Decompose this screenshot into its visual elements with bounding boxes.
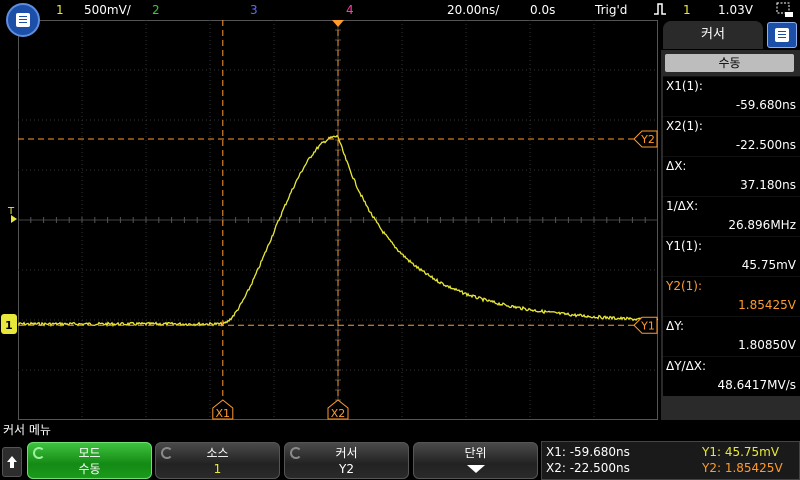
ch2-number[interactable]: 2 — [152, 3, 160, 17]
ch3-number[interactable]: 3 — [250, 3, 258, 17]
readout-x2: X2: -22.500ns — [546, 461, 630, 475]
measurement-row: X2(1): -22.500ns — [663, 116, 800, 156]
trigger-status: Trig'd — [595, 3, 628, 17]
left-markers: T 1 — [1, 206, 17, 334]
cursor-side-panel: 커서 수동 X1(1): -59.680ns X2(1): -22.500ns ΔX: 3… — [661, 20, 800, 420]
readout-y1: Y1: 45.75mV — [702, 445, 780, 459]
measurement-row: Y1(1): 45.75mV — [663, 236, 800, 276]
softkey-source-value: 1 — [213, 462, 222, 476]
cursor-y2-label: Y2 — [640, 133, 655, 146]
measurement-label: ΔX: — [666, 159, 687, 173]
softkey-cursors-value: Y2 — [339, 462, 354, 476]
readout-y2: Y2: 1.85425V — [702, 461, 783, 475]
trigger-source[interactable]: 1 — [683, 3, 691, 17]
softkey-source-label: 소스 — [206, 446, 229, 460]
measurement-row: X1(1): -59.680ns — [663, 76, 800, 116]
panel-body: 수동 X1(1): -59.680ns X2(1): -22.500ns ΔX: 37.1… — [661, 50, 800, 420]
measurement-label: ΔY/ΔX: — [666, 359, 707, 373]
entry-knob-icon — [161, 447, 173, 459]
cursor-x1-label: X1 — [216, 407, 231, 420]
softkey-cursors-label: 커서 — [335, 446, 358, 460]
softkey-mode-label: 모드 — [78, 446, 101, 460]
trigger-level[interactable]: 1.03V — [718, 3, 753, 17]
measurement-label: Y1(1): — [666, 239, 703, 253]
submenu-arrow-icon — [414, 461, 537, 477]
graticule[interactable]: X1 X2 Y1 Y2 — [18, 20, 658, 420]
panel-menu-button[interactable] — [767, 22, 797, 48]
menu-icon — [16, 13, 30, 27]
screen-capture-icon[interactable] — [776, 2, 794, 21]
cursor-readout: X1: -59.680ns X2: -22.500ns Y1: 45.75mV … — [541, 441, 800, 480]
measurement-row: ΔY: 1.80850V — [663, 316, 800, 356]
trigger-edge-icon — [654, 2, 666, 19]
measurement-row: 1/ΔX: 26.896MHz — [663, 196, 800, 236]
measurement-label: Y2(1): — [666, 279, 703, 293]
measurement-value: 26.896MHz — [728, 218, 796, 232]
up-arrow-icon — [7, 456, 17, 468]
measurement-label: 1/ΔX: — [666, 199, 699, 213]
softkey-source[interactable]: 소스 1 — [155, 442, 280, 479]
measurement-label: ΔY: — [666, 319, 684, 333]
cursor-y1-tag[interactable]: Y1 — [633, 316, 658, 334]
cursor-y2-tag[interactable]: Y2 — [633, 130, 658, 148]
measurement-value: 1.80850V — [738, 338, 796, 352]
softkey-units-label: 단위 — [464, 446, 487, 460]
panel-title[interactable]: 커서 — [663, 21, 763, 49]
measurement-row: ΔX: 37.180ns — [663, 156, 800, 196]
ch1-number[interactable]: 1 — [56, 3, 64, 17]
menu-title: 커서 메뉴 — [0, 420, 800, 441]
panel-menu-icon — [775, 28, 789, 42]
ch1-scale[interactable]: 500mV/ — [84, 3, 131, 17]
measurement-value: -59.680ns — [735, 98, 796, 112]
measurement-value: -22.500ns — [735, 138, 796, 152]
measurement-row: Y2(1): 1.85425V — [663, 276, 800, 316]
readout-x1: X1: -59.680ns — [546, 445, 630, 459]
measurement-value: 45.75mV — [741, 258, 796, 272]
ground-marker-label: 1 — [5, 319, 13, 332]
entry-knob-icon — [33, 447, 45, 459]
measurement-label: X1(1): — [666, 79, 703, 93]
cursor-x1-tag[interactable]: X1 — [212, 399, 234, 420]
cursor-x2-tag[interactable]: X2 — [327, 399, 349, 420]
entry-knob-icon — [290, 447, 302, 459]
measurement-value: 48.6417MV/s — [717, 378, 796, 392]
panel-header: 커서 — [661, 20, 800, 50]
softkey-bar: 모드 수동 소스 1 커서 Y2 단위 X1: -59.680ns X2: -2… — [0, 441, 800, 480]
back-up-button[interactable] — [2, 447, 22, 477]
ch4-number[interactable]: 4 — [346, 3, 354, 17]
delay[interactable]: 0.0s — [530, 3, 555, 17]
softkey-units[interactable]: 단위 — [413, 442, 538, 479]
cursor-mode-badge: 수동 — [665, 54, 794, 72]
measurement-label: X2(1): — [666, 119, 703, 133]
delay-marker-icon[interactable] — [332, 20, 344, 27]
softkey-mode[interactable]: 모드 수동 — [27, 442, 152, 479]
cursor-y1-label: Y1 — [640, 319, 655, 332]
measurement-value: 1.85425V — [738, 298, 796, 312]
measurement-value: 37.180ns — [740, 178, 796, 192]
timebase[interactable]: 20.00ns/ — [447, 3, 499, 17]
main-menu-button[interactable] — [6, 3, 40, 37]
measurement-row: ΔY/ΔX: 48.6417MV/s — [663, 356, 800, 396]
softkey-cursors[interactable]: 커서 Y2 — [284, 442, 409, 479]
cursor-x2-label: X2 — [331, 407, 346, 420]
status-bar: 1 500mV/ 2 3 4 20.00ns/ 0.0s Trig'd 1 1.… — [0, 0, 800, 20]
softkey-mode-value: 수동 — [78, 462, 101, 476]
measurement-list: X1(1): -59.680ns X2(1): -22.500ns ΔX: 37.180n… — [661, 76, 800, 396]
